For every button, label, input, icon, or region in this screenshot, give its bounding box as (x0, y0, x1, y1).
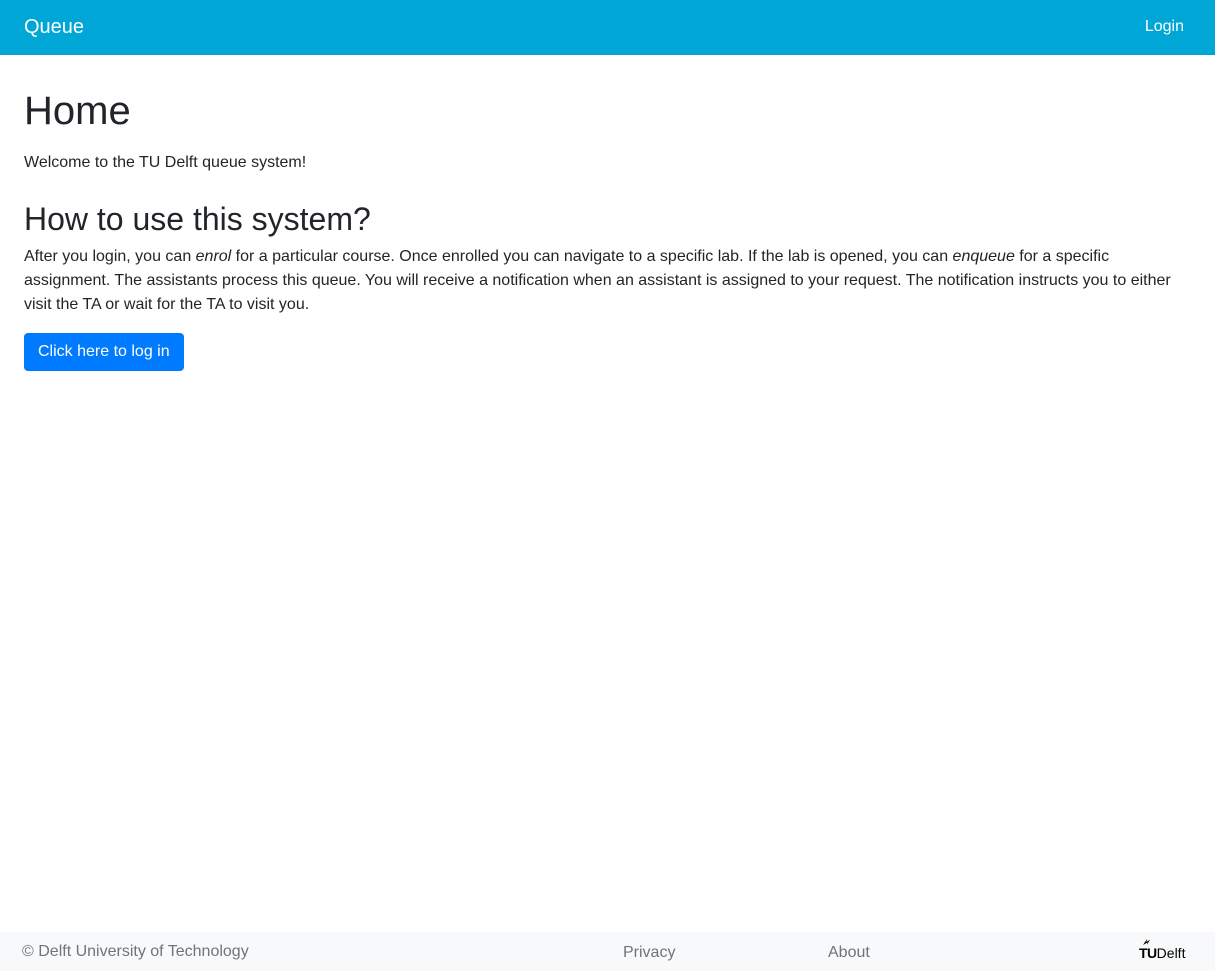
logo-wordmark: TUDelft (1139, 945, 1185, 961)
welcome-text: Welcome to the TU Delft queue system! (24, 154, 307, 171)
how-to-heading: How to use this system? (24, 201, 371, 237)
brand-link[interactable]: Queue (24, 15, 84, 39)
logo-tu: TU (1139, 945, 1157, 961)
desc-enqueue-emphasis: enqueue (952, 248, 1015, 265)
logo-delft: Delft (1156, 945, 1186, 961)
top-navbar: Queue Login (0, 0, 1215, 55)
tu-delft-logo[interactable]: TUDelft (1139, 938, 1195, 964)
login-button[interactable]: Click here to log in (24, 333, 184, 371)
privacy-link[interactable]: Privacy (623, 943, 675, 963)
about-link[interactable]: About (828, 943, 870, 963)
desc-part-2: for a particular course. Once enrolled y… (231, 248, 953, 265)
page-title: Home (24, 89, 131, 133)
page-footer: © Delft University of Technology Privacy… (0, 932, 1215, 971)
copyright-text: © Delft University of Technology (22, 943, 249, 960)
desc-part-1: After you login, you can (24, 248, 196, 265)
usage-description: After you login, you can enrol for a par… (24, 245, 1191, 317)
desc-enrol-emphasis: enrol (195, 248, 232, 265)
nav-login-link[interactable]: Login (1145, 17, 1184, 37)
